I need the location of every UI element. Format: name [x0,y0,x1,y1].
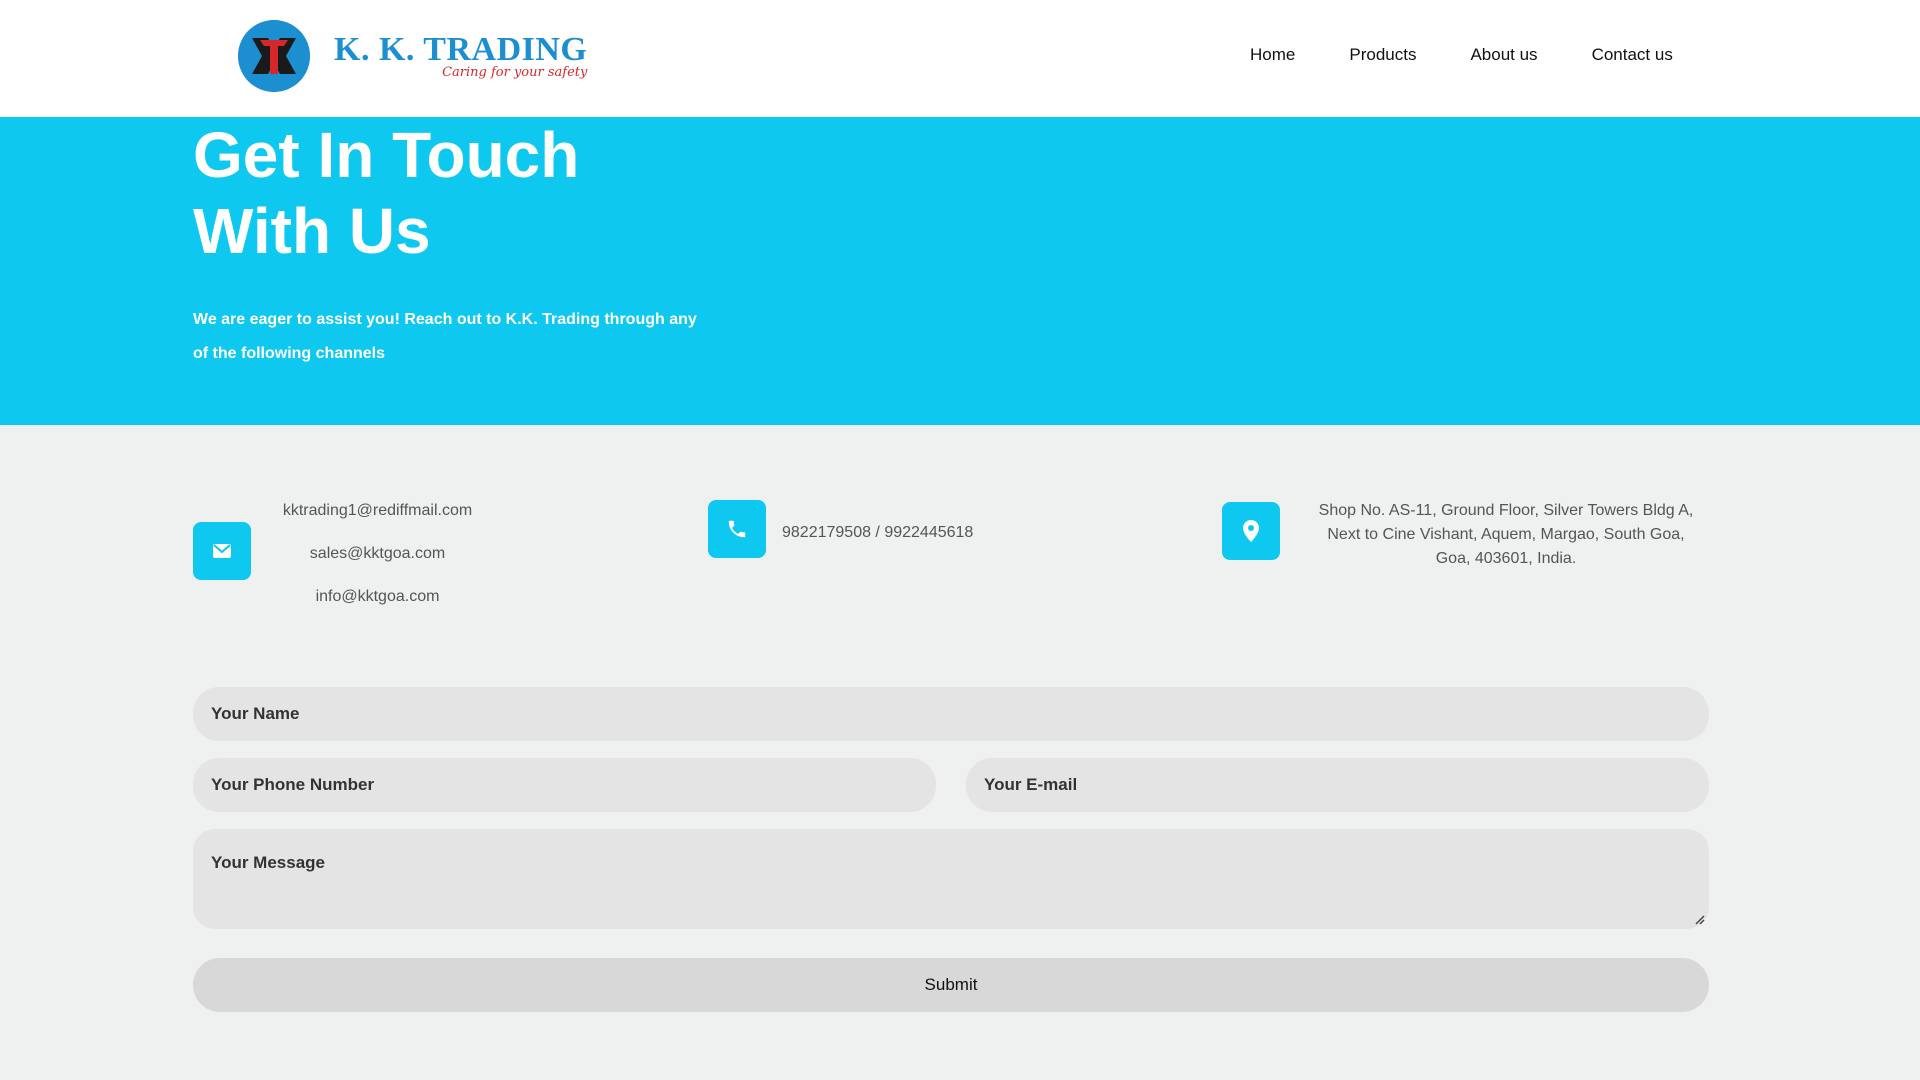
message-field[interactable]: Your Message [193,829,1709,929]
submit-button[interactable]: Submit [193,958,1709,1012]
email-address-1[interactable]: kktrading1@rediffmail.com [255,499,500,542]
address-line1: Shop No. AS-11, Ground Floor, Silver Tow… [1318,502,1694,519]
brand-logo[interactable]: K. K. TRADING Caring for your safety [238,20,587,92]
message-placeholder: Your Message [211,853,326,872]
hero-title: Get In Touch With Us [193,117,793,269]
location-pin-icon [1222,502,1280,560]
address-line3: Goa, 403601, India. [1435,550,1577,567]
site-header: K. K. TRADING Caring for your safety Hom… [0,0,1920,117]
logo-emblem-icon [238,20,310,92]
brand-name: K. K. TRADING [334,31,588,68]
phone-numbers[interactable]: 9822179508 / 9922445618 [782,521,1012,545]
hero-title-line2: With Us [193,195,431,267]
hero-title-line1: Get In Touch [193,119,580,191]
nav-products[interactable]: Products [1349,45,1416,65]
email-field[interactable]: Your E-mail [966,758,1709,812]
phone-field[interactable]: Your Phone Number [193,758,936,812]
nav-contact-us[interactable]: Contact us [1592,45,1673,65]
email-address-2[interactable]: sales@kktgoa.com [255,542,500,585]
hero-subtitle-line2: of the following channels [193,345,385,362]
address-block: Shop No. AS-11, Ground Floor, Silver Tow… [1298,499,1714,571]
address-line2: Next to Cine Vishant, Aquem, Margao, Sou… [1327,526,1685,543]
mail-icon [193,522,251,580]
nav-home[interactable]: Home [1250,45,1295,65]
logo-text: K. K. TRADING Caring for your safety [334,32,587,80]
name-field[interactable]: Your Name [193,687,1709,741]
hero-subtitle-line1: We are eager to assist you! Reach out to… [193,311,697,328]
hero-banner: Get In Touch With Us We are eager to ass… [0,117,1920,425]
email-address-3[interactable]: info@kktgoa.com [255,585,500,609]
brand-tagline: Caring for your safety [442,65,588,80]
main-nav: Home Products About us Contact us [1250,45,1673,65]
email-list: kktrading1@rediffmail.com sales@kktgoa.c… [255,499,500,609]
phone-icon [708,500,766,558]
nav-about-us[interactable]: About us [1470,45,1537,65]
resize-handle-icon[interactable] [1693,913,1705,925]
contact-channels: kktrading1@rediffmail.com sales@kktgoa.c… [0,425,1920,645]
hero-subtitle: We are eager to assist you! Reach out to… [193,303,733,371]
